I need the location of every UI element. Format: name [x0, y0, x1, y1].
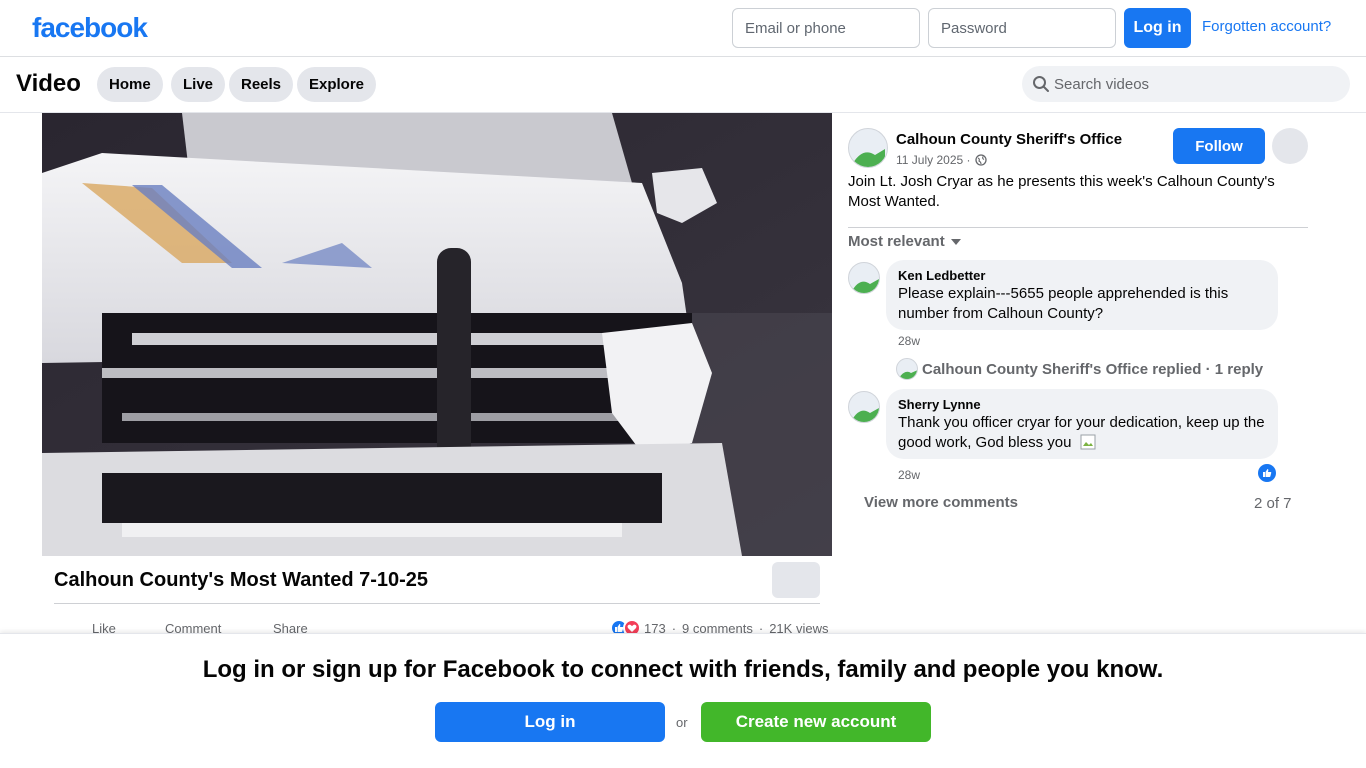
tab-explore[interactable]: Explore: [297, 67, 377, 102]
comment-text-wrapper: Thank you officer cryar for your dedicat…: [898, 413, 1266, 453]
forgotten-account-link[interactable]: Forgotten account?: [1202, 18, 1331, 35]
comment-time[interactable]: 28w: [898, 468, 920, 482]
facebook-logo[interactable]: facebook: [32, 12, 148, 44]
banner-login-button[interactable]: Log in: [435, 702, 665, 742]
reply-avatar: [896, 358, 918, 380]
search-icon: [1033, 76, 1049, 92]
page-avatar[interactable]: [848, 128, 888, 168]
broken-image-icon: [1080, 434, 1096, 450]
comment-author[interactable]: Sherry Lynne: [898, 397, 1266, 412]
commenter-avatar[interactable]: [848, 262, 880, 294]
or-label: or: [676, 715, 688, 730]
login-button[interactable]: Log in: [1124, 8, 1191, 48]
create-account-button[interactable]: Create new account: [701, 702, 931, 742]
divider: [54, 603, 820, 604]
globe-icon: [974, 154, 987, 166]
comment-sort-dropdown[interactable]: Most relevant: [848, 233, 961, 250]
comment-bubble: Sherry Lynne Thank you officer cryar for…: [886, 389, 1278, 459]
tab-live[interactable]: Live: [171, 67, 226, 102]
post-date-text[interactable]: 11 July 2025 ·: [896, 153, 971, 167]
more-options-button[interactable]: [772, 562, 820, 598]
reply-summary: Calhoun County Sheriff's Office replied …: [922, 360, 1264, 378]
tab-reels[interactable]: Reels: [229, 67, 294, 102]
view-more-comments-link[interactable]: View more comments: [864, 494, 1018, 511]
email-field[interactable]: [732, 8, 920, 48]
comment-time[interactable]: 28w: [898, 334, 920, 348]
sort-label: Most relevant: [848, 233, 945, 250]
tab-home[interactable]: Home: [97, 67, 163, 102]
search-input[interactable]: [1054, 66, 1340, 102]
caret-down-icon: [950, 238, 961, 245]
login-banner: Log in or sign up for Facebook to connec…: [0, 633, 1366, 768]
like-reaction-icon[interactable]: [1258, 464, 1276, 482]
post-date: 11 July 2025 ·: [896, 153, 987, 167]
top-navbar: facebook Log in Forgotten account?: [0, 0, 1366, 57]
video-title: Calhoun County's Most Wanted 7-10-25: [54, 569, 429, 591]
comment-bubble: Ken Ledbetter Please explain---5655 peop…: [886, 260, 1278, 330]
search-box[interactable]: [1022, 66, 1350, 102]
comment-page-count: 2 of 7: [1254, 495, 1292, 512]
section-title: Video: [16, 70, 81, 97]
banner-message: Log in or sign up for Facebook to connec…: [202, 656, 1164, 683]
video-frame-image: [42, 113, 832, 556]
page-name[interactable]: Calhoun County Sheriff's Office: [896, 131, 1122, 148]
video-subnav: Video Home Live Reels Explore: [0, 57, 1366, 113]
password-field[interactable]: [928, 8, 1116, 48]
view-replies-link[interactable]: Calhoun County Sheriff's Office replied …: [896, 358, 1263, 380]
comment-text: Please explain---5655 people apprehended…: [898, 285, 1229, 322]
post-options-button[interactable]: [1272, 128, 1308, 164]
video-player[interactable]: [42, 113, 832, 556]
post-description: Join Lt. Josh Cryar as he presents this …: [848, 173, 1275, 210]
commenter-avatar[interactable]: [848, 391, 880, 423]
divider: [848, 227, 1308, 228]
comment-author[interactable]: Ken Ledbetter: [898, 268, 1266, 283]
follow-button[interactable]: Follow: [1173, 128, 1265, 164]
